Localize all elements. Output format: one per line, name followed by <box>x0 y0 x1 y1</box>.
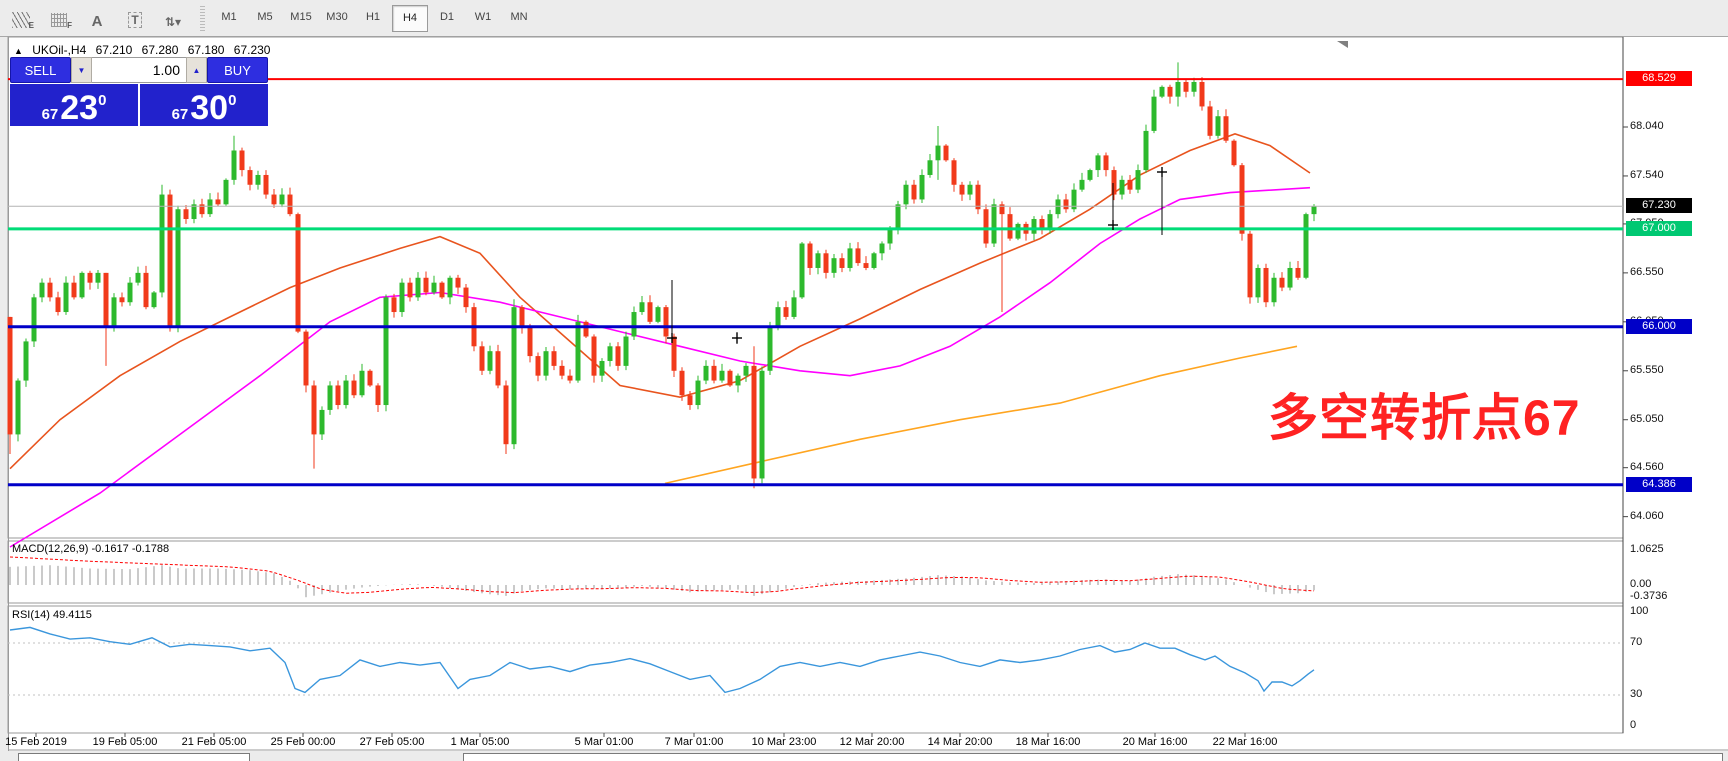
buy-price-prefix: 67 <box>172 106 189 123</box>
rsi-axis-label: 30 <box>1630 688 1642 700</box>
date-tick-label: 14 Mar 20:00 <box>928 736 993 748</box>
chart-header: ▲ UKOil-,H4 67.210 67.280 67.180 67.230 <box>14 43 276 57</box>
price-badge-68.529: 68.529 <box>1626 71 1692 86</box>
mt4-application: EFAT⇅▾ M1M5M15M30H1H4D1W1MN ▲ UKOil-,H4 … <box>0 0 1728 761</box>
price-tick-label: 64.560 <box>1630 461 1664 473</box>
ohlc-close: 67.230 <box>234 43 271 57</box>
volume-decrease-button[interactable]: ▼ <box>71 57 92 83</box>
macd-label: MACD(12,26,9) -0.1617 -0.1788 <box>12 543 169 555</box>
symbol-label: UKOil-,H4 <box>32 43 86 57</box>
date-tick-label: 15 Feb 2019 <box>5 736 67 748</box>
price-tick-label: 67.540 <box>1630 169 1664 181</box>
price-tick-label: 65.550 <box>1630 364 1664 376</box>
date-tick-label: 22 Mar 16:00 <box>1213 736 1278 748</box>
price-tick-label: 64.060 <box>1630 510 1664 522</box>
price-badge-67.000: 67.000 <box>1626 221 1692 236</box>
collapse-triangle-icon[interactable]: ▲ <box>14 46 23 56</box>
sell-price-display[interactable]: 67 23 0 <box>10 84 138 126</box>
macd-axis-label: 1.0625 <box>1630 543 1664 555</box>
buy-button[interactable]: BUY <box>207 57 268 83</box>
rsi-axis-label: 100 <box>1630 605 1648 617</box>
macd-axis-label: -0.3736 <box>1630 590 1667 602</box>
price-tick-label: 65.050 <box>1630 413 1664 425</box>
price-tick-label: 66.550 <box>1630 266 1664 278</box>
volume-increase-button[interactable]: ▲ <box>186 57 207 83</box>
date-tick-label: 21 Feb 05:00 <box>182 736 247 748</box>
chart-annotation-text: 多空转折点67 <box>1268 393 1581 443</box>
price-badge-67.230: 67.230 <box>1626 198 1692 213</box>
rsi-axis-label: 0 <box>1630 719 1636 731</box>
rsi-axis-label: 70 <box>1630 636 1642 648</box>
date-tick-label: 25 Feb 00:00 <box>271 736 336 748</box>
ohlc-low: 67.180 <box>188 43 225 57</box>
sell-button[interactable]: SELL <box>10 57 71 83</box>
price-badge-64.386: 64.386 <box>1626 477 1692 492</box>
date-tick-label: 18 Mar 16:00 <box>1016 736 1081 748</box>
date-tick-label: 1 Mar 05:00 <box>451 736 510 748</box>
date-tick-label: 5 Mar 01:00 <box>575 736 634 748</box>
rsi-label: RSI(14) 49.4115 <box>12 609 92 621</box>
date-tick-label: 12 Mar 20:00 <box>840 736 905 748</box>
ohlc-high: 67.280 <box>142 43 179 57</box>
price-badge-66.000: 66.000 <box>1626 319 1692 334</box>
sell-price-pips: 23 <box>60 93 98 123</box>
date-tick-label: 7 Mar 01:00 <box>665 736 724 748</box>
buy-price-pips: 30 <box>190 93 228 123</box>
buy-price-fraction: 0 <box>228 84 236 118</box>
sell-price-prefix: 67 <box>42 106 59 123</box>
date-tick-label: 27 Feb 05:00 <box>360 736 425 748</box>
date-tick-label: 10 Mar 23:00 <box>752 736 817 748</box>
volume-input[interactable] <box>92 57 186 83</box>
ohlc-open: 67.210 <box>96 43 133 57</box>
buy-price-display[interactable]: 67 30 0 <box>140 84 268 126</box>
sell-price-fraction: 0 <box>98 84 106 118</box>
date-tick-label: 20 Mar 16:00 <box>1123 736 1188 748</box>
date-tick-label: 19 Feb 05:00 <box>93 736 158 748</box>
one-click-trading-panel: SELL ▼ ▲ BUY 67 23 0 67 30 0 <box>10 57 268 126</box>
price-tick-label: 68.040 <box>1630 120 1664 132</box>
macd-axis-label: 0.00 <box>1630 578 1651 590</box>
